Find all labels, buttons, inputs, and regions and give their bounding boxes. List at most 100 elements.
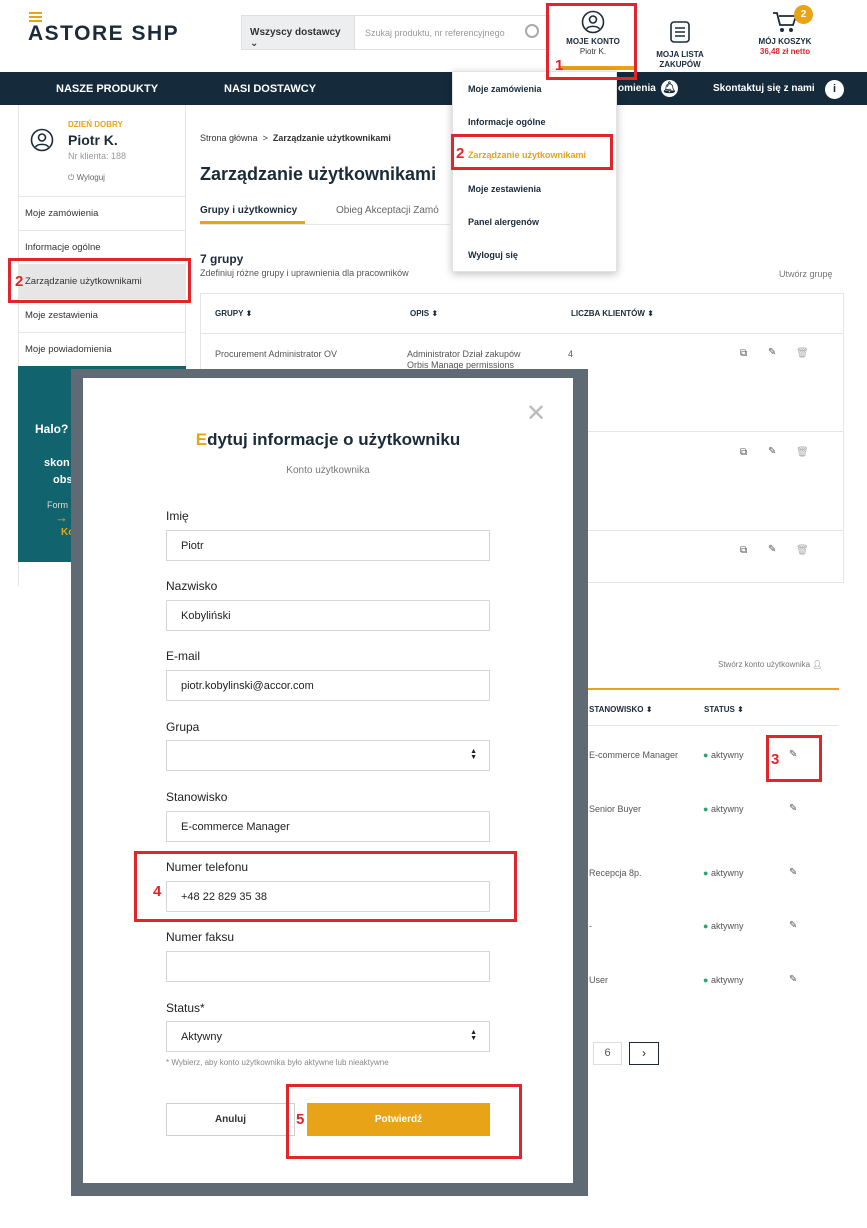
promo-title: Halo?	[35, 422, 69, 436]
delete-icon[interactable]: 🗑︎	[796, 447, 809, 458]
status-select[interactable]: Aktywny ▲ ▼	[166, 1021, 490, 1052]
search-icon[interactable]	[525, 24, 539, 38]
edit-icon[interactable]: ✎	[768, 446, 776, 457]
edit-user-icon[interactable]: ✎	[789, 803, 797, 814]
nav-suppliers[interactable]: NASI DOSTAWCY	[224, 83, 316, 95]
sidebar-item-notifications[interactable]: Moje powiadomienia	[18, 332, 185, 366]
nav-contact[interactable]: Skontaktuj się z nami	[713, 83, 815, 94]
nav-products[interactable]: NASZE PRODUKTY	[56, 83, 158, 95]
create-group-link[interactable]: Utwórz grupę	[779, 269, 833, 279]
pagination-page[interactable]: 6	[593, 1042, 622, 1065]
user-status: ● aktywny	[703, 921, 743, 931]
col-status-label: STATUS	[704, 705, 735, 714]
shopping-list-label: MOJA LISTA ZAKUPÓW	[656, 50, 704, 69]
email-input[interactable]: piotr.kobylinski@accor.com	[166, 670, 490, 701]
copy-icon[interactable]: ⧉	[740, 545, 747, 556]
delete-icon[interactable]: 🗑︎	[796, 348, 809, 359]
col-position-label: STANOWISKO	[589, 705, 644, 714]
copy-icon[interactable]: ⧉	[740, 447, 747, 458]
arrow-right-icon[interactable]: →	[55, 510, 68, 525]
menu-icon[interactable]	[29, 12, 42, 22]
sort-icon: ⬍	[737, 705, 744, 714]
bell-icon[interactable]: 🔔︎	[661, 80, 678, 97]
fax-input[interactable]	[166, 951, 490, 982]
col-position[interactable]: STANOWISKO ⬍	[589, 705, 652, 714]
edit-user-icon[interactable]: ✎	[789, 867, 797, 878]
pagination-next-icon[interactable]: ›	[629, 1042, 659, 1065]
sidebar-item-statements[interactable]: Moje zestawienia	[18, 298, 185, 332]
col-description[interactable]: OPIS ⬍	[410, 309, 438, 318]
highlight-box-dropdown	[451, 134, 613, 170]
edit-user-icon[interactable]: ✎	[789, 974, 797, 985]
sidebar-item-orders[interactable]: Moje zamówienia	[18, 196, 185, 230]
create-user-link[interactable]: Stwórz konto użytkownika 👤︎	[718, 660, 822, 669]
promo-line-3: Form	[47, 500, 68, 510]
nav-notifications[interactable]: omienia	[618, 83, 656, 94]
close-icon[interactable]: ✕	[526, 402, 546, 426]
last-name-input[interactable]: Kobyliński	[166, 600, 490, 631]
highlight-box-sidebar	[8, 258, 191, 303]
user-status: ● aktywny	[703, 975, 743, 985]
tab-approval-flow[interactable]: Obieg Akceptacji Zamó	[336, 205, 439, 216]
dropdown-item-statements[interactable]: Moje zestawienia	[468, 184, 541, 194]
status-label: Status*	[166, 1001, 205, 1015]
create-user-label: Stwórz konto użytkownika	[718, 660, 811, 669]
status-select-value: Aktywny	[181, 1031, 222, 1043]
group-select[interactable]: ▲ ▼	[166, 740, 490, 771]
logo[interactable]: ASTORE SHP	[28, 22, 179, 46]
promo-line-2: obs	[53, 474, 73, 486]
promo-line-1: skon	[44, 457, 70, 469]
copy-icon[interactable]: ⧉	[740, 348, 747, 359]
col-status[interactable]: STATUS ⬍	[704, 705, 744, 714]
add-user-icon: 👤︎	[812, 660, 823, 669]
dropdown-item-allergens[interactable]: Panel alergenów	[468, 217, 539, 227]
user-position: Senior Buyer	[589, 804, 642, 814]
cancel-button[interactable]: Anuluj	[166, 1103, 295, 1136]
logout-label: Wyloguj	[76, 173, 105, 182]
position-input[interactable]: E-commerce Manager	[166, 811, 490, 842]
logout-link[interactable]: ⏻ Wyloguj	[68, 173, 105, 183]
power-icon: ⏻	[68, 173, 75, 182]
step-number: 2	[15, 273, 24, 290]
fax-label: Numer faksu	[166, 930, 235, 944]
logo-text: ASTORE SH	[28, 22, 164, 45]
cart-label: MÓJ KOSZYK	[758, 37, 812, 46]
highlight-box-phone	[134, 851, 517, 922]
breadcrumb-home[interactable]: Strona główna	[200, 133, 258, 143]
info-icon[interactable]: i	[825, 80, 844, 99]
modal-title: Edytuj informacje o użytkowniku	[83, 430, 573, 450]
edit-user-icon[interactable]: ✎	[789, 920, 797, 931]
last-name-label: Nazwisko	[166, 579, 218, 593]
email-label: E-mail	[166, 649, 201, 663]
search-input[interactable]: Szukaj produktu, nr referencyjnego	[355, 15, 550, 50]
delete-icon[interactable]: 🗑︎	[796, 545, 809, 556]
edit-icon[interactable]: ✎	[768, 347, 776, 358]
shopping-list-button[interactable]: MOJA LISTA ZAKUPÓW	[650, 10, 710, 80]
edit-icon[interactable]: ✎	[768, 544, 776, 555]
supplier-select[interactable]: Wszyscy dostawcy ⌄	[241, 15, 355, 50]
modal-subtitle: Konto użytkownika	[286, 465, 370, 476]
tab-divider	[200, 224, 450, 225]
col-groups[interactable]: GRUPY ⬍	[215, 309, 252, 318]
status-dot: ●	[703, 921, 709, 931]
group-desc-line-1: Administrator Dział zakupów	[407, 349, 521, 359]
col-groups-label: GRUPY	[215, 309, 244, 318]
client-number: Nr klienta: 188	[68, 151, 127, 161]
first-name-input[interactable]: Piotr	[166, 530, 490, 561]
status-dot: ●	[703, 804, 709, 814]
position-label: Stanowisko	[166, 790, 228, 804]
tab-groups-users[interactable]: Grupy i użytkownicy	[200, 205, 297, 216]
col-client-count[interactable]: LICZBA KLIENTÓW ⬍	[571, 309, 654, 318]
groups-count: 7 grupy	[200, 252, 244, 266]
greeting: DZIEŃ DOBRY	[68, 120, 123, 129]
status-label: aktywny	[710, 975, 744, 985]
supplier-select-label: Wszyscy dostawcy	[250, 27, 341, 38]
breadcrumb: Strona główna > Zarządzanie użytkownikam…	[200, 133, 391, 143]
dropdown-item-logout[interactable]: Wyloguj się	[468, 250, 518, 260]
user-position: -	[589, 921, 592, 931]
sort-icon: ⬍	[245, 309, 253, 318]
select-arrows-icon: ▲ ▼	[470, 748, 477, 761]
groups-description: Zdefiniuj różne grupy i uprawnienia dla …	[200, 268, 409, 278]
dropdown-item-general-info[interactable]: Informacje ogólne	[468, 117, 546, 127]
dropdown-item-orders[interactable]: Moje zamówienia	[468, 84, 542, 94]
